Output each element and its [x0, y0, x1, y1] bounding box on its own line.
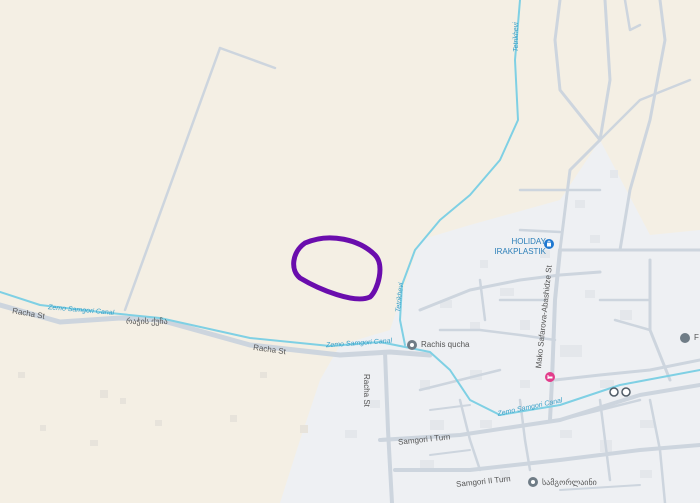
- water-label-tetrikhevi-north: Tetrikhevi: [513, 22, 520, 52]
- map-canvas[interactable]: Racha St რაჭის ქუჩა Racha St Racha St Ma…: [0, 0, 700, 503]
- place-icon-samgori[interactable]: [528, 477, 538, 487]
- poi-label-samgori-georgian[interactable]: სამგორლაინი: [542, 479, 597, 487]
- street-label-racha-vertical: Racha St: [362, 374, 371, 407]
- map-base-layer: [0, 0, 700, 503]
- poi-label-edge[interactable]: F: [694, 334, 699, 342]
- hotel-icon[interactable]: [545, 372, 555, 382]
- place-icon-edge[interactable]: [680, 333, 690, 343]
- place-icon[interactable]: [407, 340, 417, 350]
- poi-label-holiday-irakplastik[interactable]: HOLIDAY IRAKPLASTIK: [494, 237, 546, 257]
- street-label-racha-georgian: რაჭის ქუჩა: [126, 317, 168, 326]
- poi-label-rachis-qucha[interactable]: Rachis qucha: [421, 341, 469, 349]
- shopping-bag-icon[interactable]: [544, 239, 554, 249]
